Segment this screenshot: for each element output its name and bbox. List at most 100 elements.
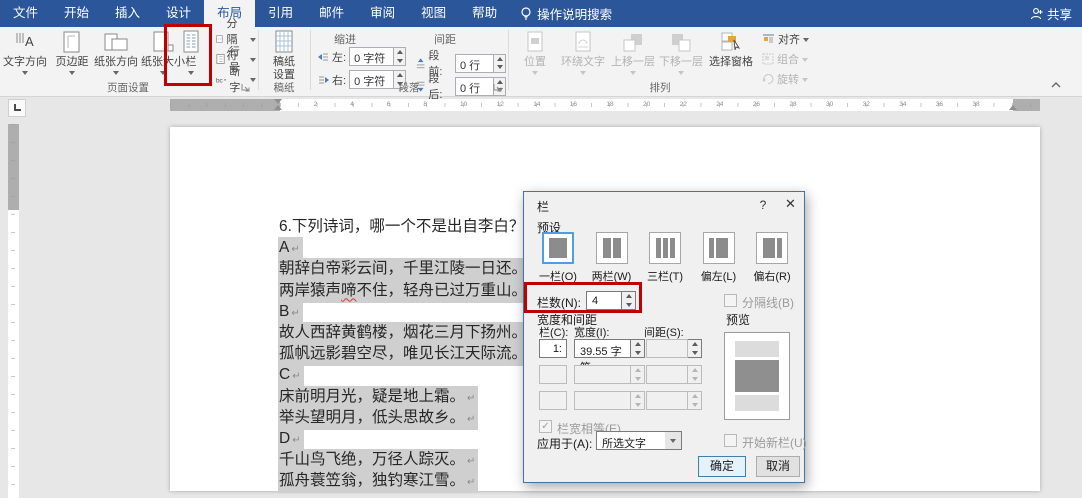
group-objects-icon xyxy=(762,53,774,65)
hanging-indent-marker[interactable] xyxy=(274,105,282,110)
indent-left-label: 左: xyxy=(332,51,347,64)
preset-three-columns-icon xyxy=(649,232,681,264)
bring-forward-icon xyxy=(622,29,644,55)
spacing-section-label: 间距 xyxy=(434,34,456,46)
dialog-help-button[interactable]: ? xyxy=(750,192,776,218)
columns-count-label: 栏数(N): xyxy=(537,296,581,310)
doc-line[interactable]: 6.下列诗词，哪一个不是出自李白？ xyxy=(278,216,540,237)
preset-one-column[interactable]: 一栏(O) xyxy=(534,232,582,284)
col-index-2 xyxy=(539,365,567,384)
doc-line[interactable]: 孤舟蓑笠翁，独钓寒江雪。 ↵ xyxy=(278,470,540,494)
share-label: 共享 xyxy=(1046,8,1072,22)
dialog-title-bar[interactable]: 栏 ? ✕ xyxy=(524,192,804,218)
selection-pane-button[interactable]: 选择窗格 xyxy=(706,29,756,69)
indent-left-field[interactable]: 0 字符 xyxy=(349,47,407,66)
first-line-indent-marker[interactable] xyxy=(274,99,282,104)
tab-help[interactable]: 帮助 xyxy=(459,0,510,27)
orientation-button[interactable]: 纸张方向 xyxy=(92,29,140,75)
manuscript-settings-label-1: 稿纸 xyxy=(273,56,295,68)
doc-line[interactable]: 床前明月光，疑是地上霜。 ↵ xyxy=(278,385,540,409)
preset-two-columns[interactable]: 两栏(W) xyxy=(588,232,636,284)
tab-home[interactable]: 开始 xyxy=(51,0,102,27)
indent-left-stepper[interactable] xyxy=(393,47,407,66)
doc-line[interactable]: A ↵ xyxy=(278,237,540,261)
preset-three-columns[interactable]: 三栏(T) xyxy=(641,232,689,284)
right-indent-marker[interactable] xyxy=(1009,105,1017,110)
col-width-1-input[interactable]: 39.55 字符 xyxy=(574,339,631,374)
paragraph-mark: ↵ xyxy=(467,413,476,425)
preset-two-columns-icon xyxy=(595,232,628,264)
tab-file[interactable]: 文件 xyxy=(0,0,51,27)
collapse-ribbon-button[interactable] xyxy=(1050,78,1062,92)
align-button[interactable]: 对齐 xyxy=(762,31,809,47)
preset-right[interactable]: 偏右(R) xyxy=(748,232,796,284)
tab-insert[interactable]: 插入 xyxy=(102,0,153,27)
spellcheck-flagged-text: 啼 xyxy=(341,281,357,299)
preset-list: 一栏(O) 两栏(W) 三栏(T) 偏左(L) 偏右(R) xyxy=(534,232,796,284)
margins-button[interactable]: 页边距 xyxy=(52,29,92,75)
col-width-1-stepper[interactable] xyxy=(631,339,645,358)
tab-mailings[interactable]: 邮件 xyxy=(306,0,357,27)
tab-design[interactable]: 设计 xyxy=(153,0,204,27)
text-direction-label: 文字方向 xyxy=(3,56,47,68)
paragraph-mark: ↵ xyxy=(467,456,476,468)
group-manuscript: 稿纸 设置 稿纸 xyxy=(260,27,308,96)
chevron-down-icon xyxy=(678,71,684,75)
orientation-label: 纸张方向 xyxy=(94,56,138,68)
chevron-down-icon xyxy=(532,71,538,75)
chevron-down-icon xyxy=(803,38,809,42)
indent-left-value[interactable]: 0 字符 xyxy=(349,47,394,66)
chevron-down-icon xyxy=(250,58,256,62)
col-spacing-2-input xyxy=(646,365,688,384)
columns-icon xyxy=(181,29,201,55)
page-setup-dialog-launcher[interactable] xyxy=(240,82,252,94)
separator-label: 分隔线(B) xyxy=(742,296,794,310)
cancel-button[interactable]: 取消 xyxy=(756,456,800,477)
paragraph-dialog-launcher[interactable] xyxy=(492,82,504,94)
indent-section-label: 缩进 xyxy=(334,34,356,46)
share-button[interactable]: 共享 xyxy=(1030,0,1072,27)
vertical-ruler xyxy=(8,124,19,498)
ok-button[interactable]: 确定 xyxy=(698,456,746,477)
doc-line[interactable]: C ↵ xyxy=(278,364,540,388)
group-label-arrange: 排列 xyxy=(649,82,671,94)
doc-line[interactable]: 故人西辞黄鹤楼，烟花三月下扬州。↵ xyxy=(278,321,541,346)
tab-review[interactable]: 审阅 xyxy=(357,0,408,27)
tell-me-search[interactable]: 操作说明搜索 xyxy=(510,0,622,27)
doc-line[interactable]: B ↵ xyxy=(278,300,540,324)
doc-line[interactable]: 举头望明月，低头思故乡。 ↵ xyxy=(278,406,540,430)
tab-stop-selector[interactable] xyxy=(8,99,26,117)
doc-line[interactable]: D ↵ xyxy=(278,427,540,452)
apply-to-select[interactable]: 所选文字 xyxy=(596,431,682,450)
doc-line[interactable]: 朝辞白帝彩云间，千里江陵一日还。↵ xyxy=(278,258,541,282)
search-label: 操作说明搜索 xyxy=(537,8,613,22)
text-direction-button[interactable]: A 文字方向 xyxy=(2,29,48,75)
align-label: 对齐 xyxy=(778,34,800,46)
group-label-page-setup: 页面设置 xyxy=(107,82,149,94)
svg-text:A: A xyxy=(25,34,34,49)
apply-to-label: 应用于(A): xyxy=(537,437,593,451)
columns-count-input[interactable]: 4 xyxy=(586,291,622,310)
paragraph-mark: ↵ xyxy=(291,244,300,256)
preset-left[interactable]: 偏左(L) xyxy=(695,232,743,284)
title-bar: 文件 开始 插入 设计 布局 引用 邮件 审阅 视图 帮助 操作说明搜索 共享 xyxy=(0,0,1082,27)
doc-line[interactable]: 两岸猿声啼不住，轻舟已过万重山。↵ xyxy=(278,279,541,303)
columns-count-stepper[interactable] xyxy=(622,291,636,310)
chevron-down-icon xyxy=(22,71,28,75)
preview-label: 预览 xyxy=(726,313,751,327)
tab-references[interactable]: 引用 xyxy=(255,0,306,27)
preview-selected-block xyxy=(735,359,779,393)
doc-line[interactable]: 千山鸟飞绝，万径人踪灭。 ↵ xyxy=(278,449,540,473)
margins-icon xyxy=(62,29,82,55)
manuscript-settings-button[interactable]: 稿纸 设置 xyxy=(264,29,304,82)
group-label-manuscript: 稿纸 xyxy=(273,82,295,94)
columns-button[interactable]: 栏 xyxy=(172,29,210,75)
preset-one-column-icon xyxy=(542,232,574,264)
chevron-down-icon xyxy=(250,38,256,42)
dialog-close-button[interactable]: ✕ xyxy=(776,192,805,218)
start-new-column-label: 开始新栏(U) xyxy=(742,436,807,450)
col-spacing-1-stepper[interactable] xyxy=(688,339,702,358)
tab-view[interactable]: 视图 xyxy=(408,0,459,27)
position-icon xyxy=(525,29,545,55)
doc-line[interactable]: 孤帆远影碧空尽，唯见长江天际流。↵ xyxy=(278,343,541,367)
